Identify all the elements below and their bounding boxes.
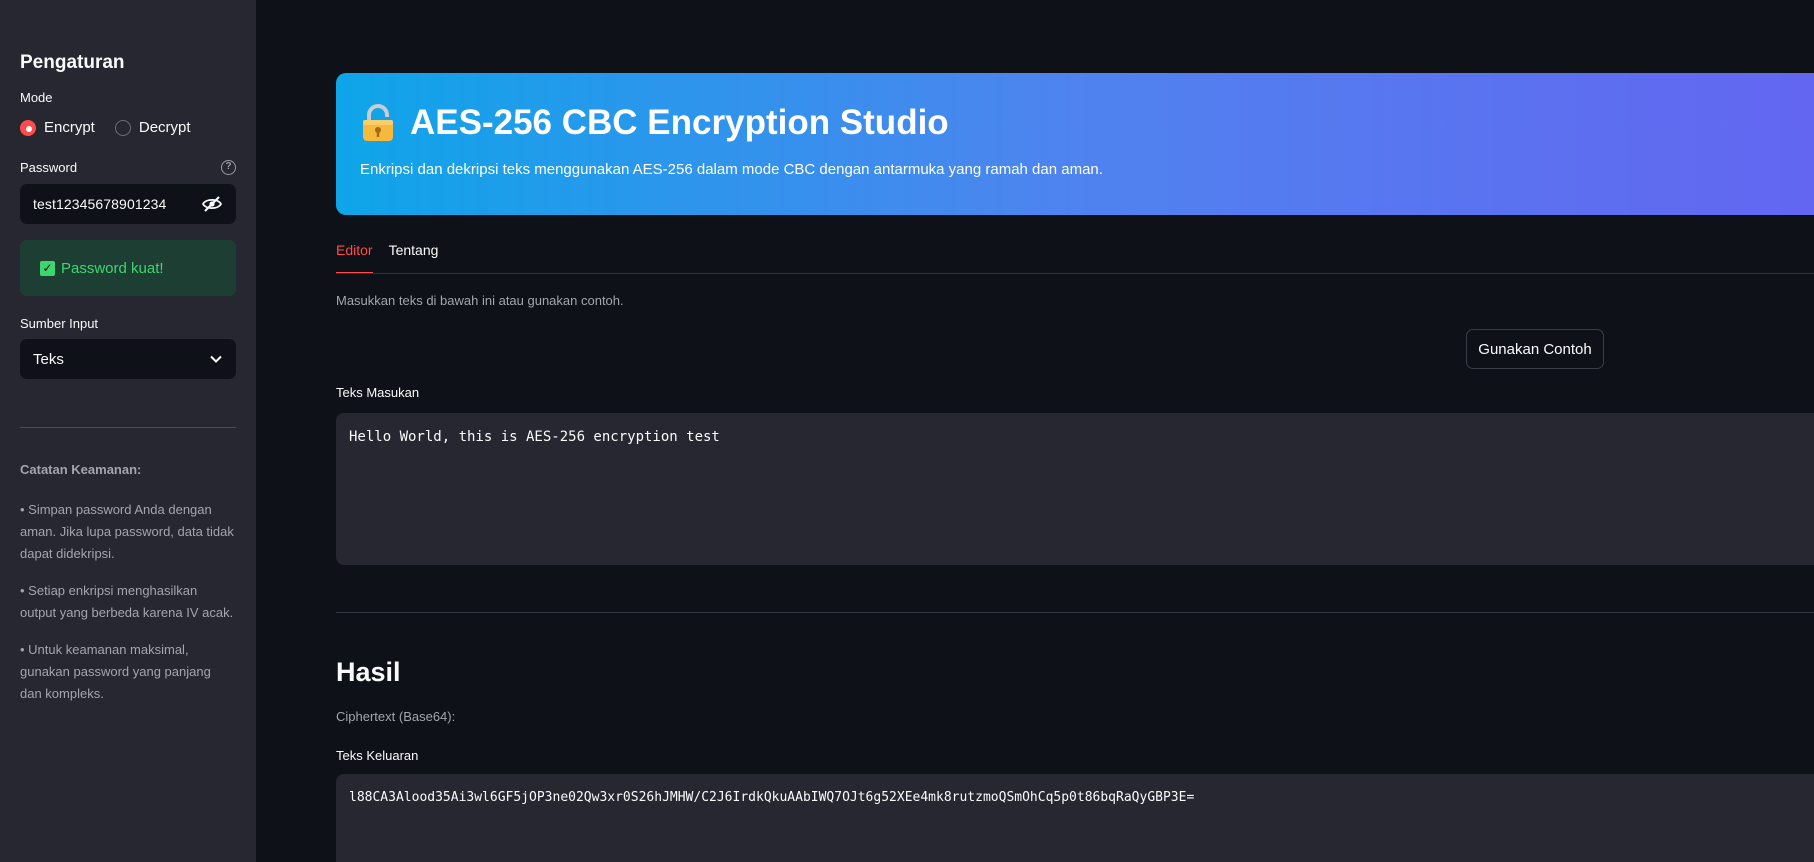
- lock-icon: [363, 104, 393, 141]
- editor-hint: Masukkan teks di bawah ini atau gunakan …: [336, 293, 624, 308]
- password-label: Password: [20, 160, 78, 175]
- sidebar-divider: [20, 427, 236, 428]
- header-banner: AES-256 CBC Encryption Studio Enkripsi d…: [336, 73, 1814, 215]
- eye-slash-icon[interactable]: [202, 196, 222, 212]
- page-subtitle: Enkripsi dan dekripsi teks menggunakan A…: [360, 161, 1103, 178]
- sidebar-title: Pengaturan: [20, 52, 125, 73]
- tab-divider: [336, 273, 1814, 274]
- tab-editor[interactable]: Editor: [336, 242, 373, 274]
- tab-tentang[interactable]: Tentang: [389, 242, 439, 274]
- radio-decrypt[interactable]: Decrypt: [114, 119, 191, 136]
- source-select-value: Teks: [33, 350, 64, 368]
- radio-encrypt-label: Encrypt: [44, 119, 95, 136]
- banner-title-row: AES-256 CBC Encryption Studio: [360, 103, 1814, 143]
- use-example-button[interactable]: Gunakan Contoh: [1466, 329, 1604, 369]
- chevron-down-icon: [210, 355, 222, 363]
- checkmark-icon: ✓: [40, 260, 55, 276]
- radio-checked-icon: [20, 119, 36, 136]
- radio-unchecked-icon: [114, 119, 131, 136]
- input-label: Teks Masukan: [336, 385, 420, 400]
- password-value: test12345678901234: [33, 196, 167, 212]
- tab-bar: Editor Tentang: [336, 242, 438, 274]
- security-note: • Simpan password Anda dengan aman. Jika…: [20, 502, 234, 561]
- mode-radio-group: Encrypt Decrypt: [20, 119, 236, 136]
- result-title: Hasil: [336, 657, 401, 687]
- sidebar: Pengaturan Mode Encrypt Decrypt Password…: [0, 0, 256, 862]
- password-strength-text: Password kuat!: [61, 259, 164, 277]
- security-note: • Untuk keamanan maksimal, gunakan passw…: [20, 642, 211, 701]
- main-content: AES-256 CBC Encryption Studio Enkripsi d…: [336, 0, 1814, 862]
- input-textarea[interactable]: Hello World, this is AES-256 encryption …: [336, 413, 1814, 565]
- source-select[interactable]: Teks: [20, 339, 236, 379]
- security-note: • Setiap enkripsi menghasilkan output ya…: [20, 583, 234, 620]
- ciphertext-label: Ciphertext (Base64):: [336, 709, 456, 724]
- source-label: Sumber Input: [20, 316, 99, 331]
- radio-encrypt[interactable]: Encrypt: [20, 119, 95, 136]
- security-notes-title: Catatan Keamanan:: [20, 462, 142, 477]
- password-label-row: Password ?: [20, 160, 236, 175]
- section-divider: [336, 612, 1814, 613]
- output-textarea[interactable]: l88CA3Alood35Ai3wl6GF5jOP3ne02Qw3xr0S26h…: [336, 774, 1814, 862]
- mode-label: Mode: [20, 90, 53, 105]
- output-label: Teks Keluaran: [336, 748, 419, 763]
- password-strength-alert: ✓ Password kuat!: [20, 240, 236, 296]
- password-input[interactable]: test12345678901234: [20, 184, 236, 224]
- page-title: AES-256 CBC Encryption Studio: [410, 103, 949, 142]
- help-icon[interactable]: ?: [221, 160, 236, 175]
- radio-decrypt-label: Decrypt: [138, 119, 191, 136]
